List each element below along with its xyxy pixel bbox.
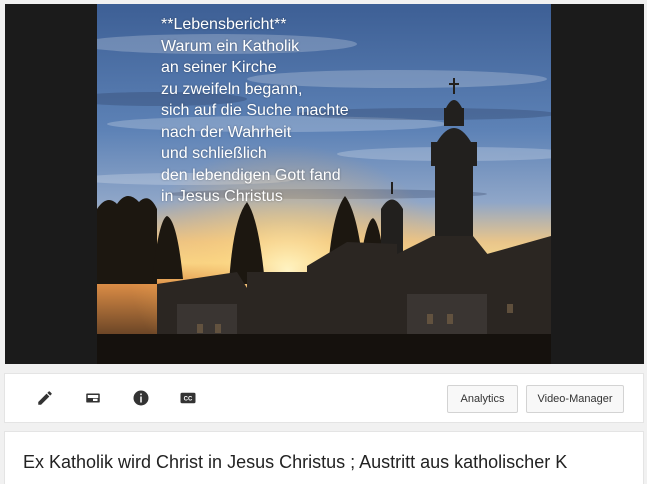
- overlay-line: an seiner Kirche: [161, 59, 277, 76]
- enhancements-icon[interactable]: [80, 385, 106, 411]
- video-player[interactable]: **Lebensbericht** Warum ein Katholik an …: [5, 4, 644, 364]
- overlay-line: den lebendigen Gott fand: [161, 166, 341, 184]
- overlay-line: zu zweifeln begann,: [161, 80, 303, 98]
- overlay-line: **Lebensbericht**: [161, 16, 287, 33]
- overlay-line: und schließlich: [161, 145, 267, 162]
- overlay-line: in Jesus Christus: [161, 188, 283, 205]
- video-title-bar: Ex Katholik wird Christ in Jesus Christu…: [4, 431, 644, 484]
- info-icon[interactable]: [128, 385, 154, 411]
- overlay-line: nach der Wahrheit: [161, 123, 292, 141]
- video-frame[interactable]: **Lebensbericht** Warum ein Katholik an …: [97, 4, 551, 364]
- analytics-button[interactable]: Analytics: [447, 385, 518, 413]
- video-manager-button[interactable]: Video-Manager: [526, 385, 624, 413]
- video-toolbar: CC Analytics Video-Manager: [4, 373, 644, 423]
- overlay-line: sich auf die Suche machte: [161, 102, 349, 119]
- closed-captions-icon[interactable]: CC: [175, 385, 201, 411]
- video-overlay-text: **Lebensbericht** Warum ein Katholik an …: [161, 14, 349, 208]
- video-title: Ex Katholik wird Christ in Jesus Christu…: [23, 452, 568, 472]
- overlay-line: Warum ein Katholik: [161, 37, 300, 55]
- edit-pencil-icon[interactable]: [32, 385, 58, 411]
- svg-text:CC: CC: [184, 397, 193, 403]
